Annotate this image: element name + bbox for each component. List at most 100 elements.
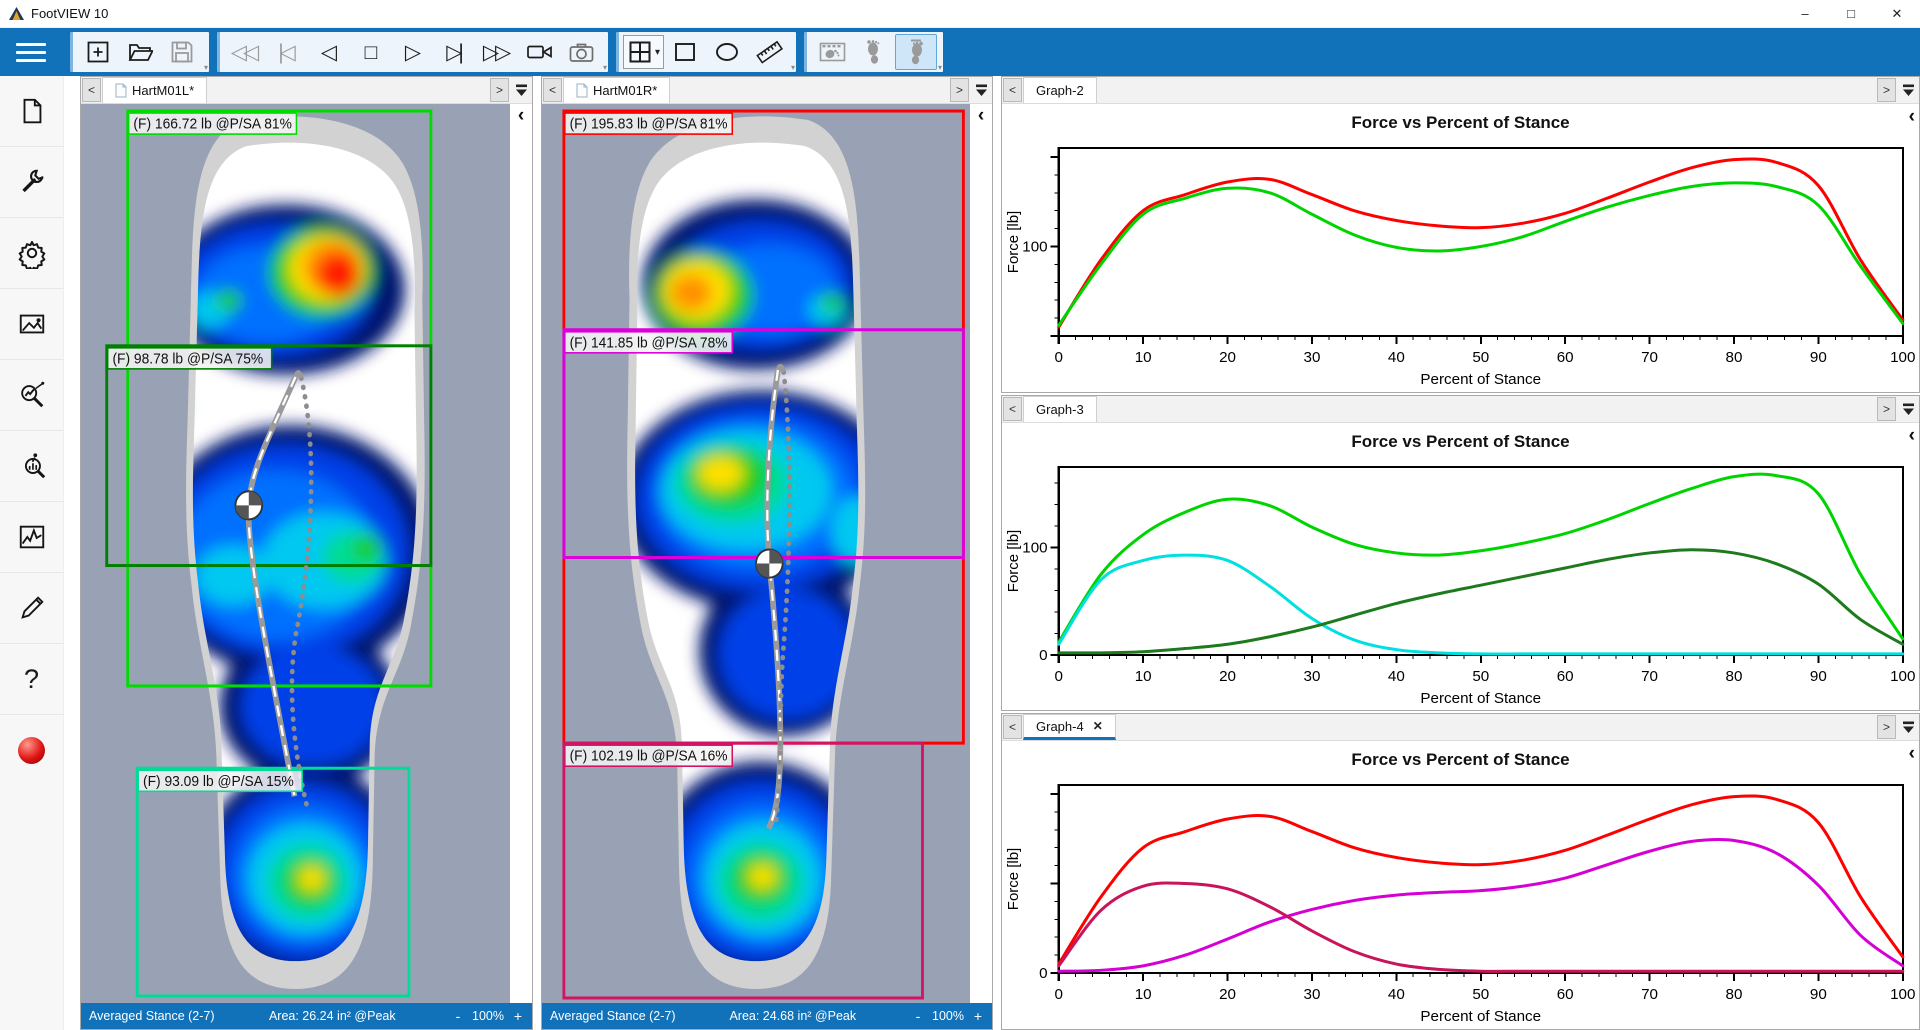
play-button[interactable]: ▷ xyxy=(392,34,434,70)
svg-text:50: 50 xyxy=(1472,668,1489,685)
tab-hartm01r[interactable]: HartM01R* xyxy=(563,77,670,103)
sidebar-item-analysis-zoom[interactable] xyxy=(0,360,63,431)
rewind-button[interactable]: ◁◁ xyxy=(224,34,266,70)
close-button[interactable]: ✕ xyxy=(1874,0,1920,27)
tab-scroll-right-button[interactable]: > xyxy=(950,78,969,102)
svg-text:70: 70 xyxy=(1641,668,1658,685)
tab-scroll-left-button[interactable]: < xyxy=(543,78,562,102)
graph-2-panel: < Graph-2 > ‹ Force vs Percent of Stance… xyxy=(1001,76,1920,393)
snapshot-button[interactable] xyxy=(560,34,602,70)
sidebar-item-images[interactable] xyxy=(0,289,63,360)
sidebar-item-help[interactable]: ? xyxy=(0,644,63,715)
gait-movie-view-button[interactable] xyxy=(811,34,853,70)
svg-text:100: 100 xyxy=(1890,986,1915,1003)
maximize-button[interactable]: □ xyxy=(1828,0,1874,27)
tab-scroll-left-button[interactable]: < xyxy=(1003,397,1022,421)
menu-button[interactable] xyxy=(0,28,62,76)
tab-list-button[interactable] xyxy=(1897,714,1919,740)
right-foot-view[interactable]: (F) 195.83 lb @P/SA 81% (F) 141.85 lb @P… xyxy=(542,104,992,1003)
draw-rectangle-button[interactable] xyxy=(664,34,706,70)
collapse-panel-button[interactable]: ‹ xyxy=(978,106,984,1003)
graph-3-tabbar: < Graph-3 > xyxy=(1002,396,1919,423)
tab-graph-3[interactable]: Graph-3 xyxy=(1023,396,1097,422)
collapse-panel-button[interactable]: ‹ xyxy=(518,106,524,1003)
first-frame-button[interactable]: |◁ xyxy=(266,34,308,70)
region-label: (F) 102.19 lb @P/SA 16% xyxy=(570,748,728,764)
cop-marker[interactable] xyxy=(756,549,783,577)
cop-marker[interactable] xyxy=(235,491,262,519)
collapse-panel-button[interactable]: ‹ xyxy=(1909,106,1915,128)
graph-2-view[interactable]: ‹ Force vs Percent of Stance 01020304050… xyxy=(1002,104,1919,392)
workspace: < HartM01L* > xyxy=(64,76,1920,1030)
region-label: (F) 98.78 lb @P/SA 75% xyxy=(112,351,263,367)
svg-text:50: 50 xyxy=(1472,349,1489,366)
minimize-button[interactable]: – xyxy=(1782,0,1828,27)
left-foot-view-button[interactable] xyxy=(853,34,895,70)
tab-label: Graph-2 xyxy=(1036,83,1084,98)
graph-4-view[interactable]: ‹ Force vs Percent of Stance 01020304050… xyxy=(1002,741,1919,1029)
tab-list-button[interactable] xyxy=(1897,77,1919,103)
last-frame-button[interactable]: ▷| xyxy=(434,34,476,70)
tab-list-button[interactable] xyxy=(1897,396,1919,422)
tab-graph-4[interactable]: Graph-4 ✕ xyxy=(1023,714,1116,740)
file-icon xyxy=(115,83,127,98)
image-icon xyxy=(17,309,47,339)
collapse-panel-button[interactable]: ‹ xyxy=(1909,425,1915,447)
stance-label: Averaged Stance (2-7) xyxy=(89,1009,215,1023)
graphs-column: < Graph-2 > ‹ Force vs Percent of Stance… xyxy=(1001,76,1920,1030)
right-foot-heatmap[interactable]: (F) 195.83 lb @P/SA 81% (F) 141.85 lb @P… xyxy=(542,104,970,1003)
tab-graph-2[interactable]: Graph-2 xyxy=(1023,77,1097,103)
svg-text:Force [lb]: Force [lb] xyxy=(1005,848,1022,910)
zoom-out-button[interactable]: - xyxy=(910,1008,926,1024)
sidebar-item-graphs[interactable] xyxy=(0,502,63,573)
tab-list-button[interactable] xyxy=(510,77,532,103)
tab-scroll-right-button[interactable]: > xyxy=(1877,397,1896,421)
sidebar-item-annotate[interactable] xyxy=(0,573,63,644)
sidebar-item-tools[interactable] xyxy=(0,147,63,218)
measure-button[interactable] xyxy=(748,34,790,70)
zoom-in-button[interactable]: + xyxy=(970,1008,986,1024)
sidebar-item-document[interactable] xyxy=(0,76,63,147)
ellipse-shape-icon xyxy=(714,39,740,65)
left-foot-heatmap[interactable]: (F) 166.72 lb @P/SA 81% (F) 98.78 lb @P/… xyxy=(81,104,510,1003)
tab-scroll-right-button[interactable]: > xyxy=(1877,715,1896,739)
tab-close-icon[interactable]: ✕ xyxy=(1093,719,1103,733)
tab-scroll-left-button[interactable]: < xyxy=(1003,715,1022,739)
draw-ellipse-button[interactable] xyxy=(706,34,748,70)
stop-button[interactable]: □ xyxy=(350,34,392,70)
svg-text:Force [lb]: Force [lb] xyxy=(1005,529,1022,591)
tab-hartm01l[interactable]: HartM01L* xyxy=(102,77,207,103)
record-video-button[interactable] xyxy=(518,34,560,70)
fast-forward-button[interactable]: ▷▷ xyxy=(476,34,518,70)
svg-text:50: 50 xyxy=(1472,986,1489,1003)
sidebar-item-gait-analysis[interactable] xyxy=(0,431,63,502)
zoom-in-button[interactable]: + xyxy=(510,1008,526,1024)
group-overflow-icon[interactable]: ▾ xyxy=(204,64,208,72)
svg-text:100: 100 xyxy=(1022,239,1047,256)
collapse-panel-button[interactable]: ‹ xyxy=(1909,743,1915,765)
sidebar-item-settings[interactable] xyxy=(0,218,63,289)
graph-3-view[interactable]: ‹ Force vs Percent of Stance 01020304050… xyxy=(1002,423,1919,711)
layout-grid-dropdown[interactable]: ▾ xyxy=(623,35,664,69)
tab-scroll-right-button[interactable]: > xyxy=(490,78,509,102)
tab-scroll-left-button[interactable]: < xyxy=(82,78,101,102)
panel-edge-strip: ‹ xyxy=(510,104,532,1003)
right-foot-view-button[interactable] xyxy=(895,34,937,70)
open-file-button[interactable] xyxy=(119,34,161,70)
new-document-button[interactable] xyxy=(77,34,119,70)
tab-list-button[interactable] xyxy=(970,77,992,103)
left-foot-panel: < HartM01L* > xyxy=(80,76,533,1030)
previous-frame-button[interactable]: ◁ xyxy=(308,34,350,70)
group-overflow-icon[interactable]: ▾ xyxy=(791,64,795,72)
sidebar-item-record[interactable] xyxy=(0,715,63,786)
wrench-icon xyxy=(17,167,47,197)
zoom-out-button[interactable]: - xyxy=(450,1008,466,1024)
svg-text:0: 0 xyxy=(1039,965,1047,982)
left-foot-view[interactable]: (F) 166.72 lb @P/SA 81% (F) 98.78 lb @P/… xyxy=(81,104,532,1003)
new-document-icon xyxy=(85,39,111,65)
save-button[interactable] xyxy=(161,34,203,70)
group-overflow-icon[interactable]: ▾ xyxy=(603,64,607,72)
tab-scroll-left-button[interactable]: < xyxy=(1003,78,1022,102)
group-overflow-icon[interactable]: ▾ xyxy=(938,64,942,72)
tab-scroll-right-button[interactable]: > xyxy=(1877,78,1896,102)
